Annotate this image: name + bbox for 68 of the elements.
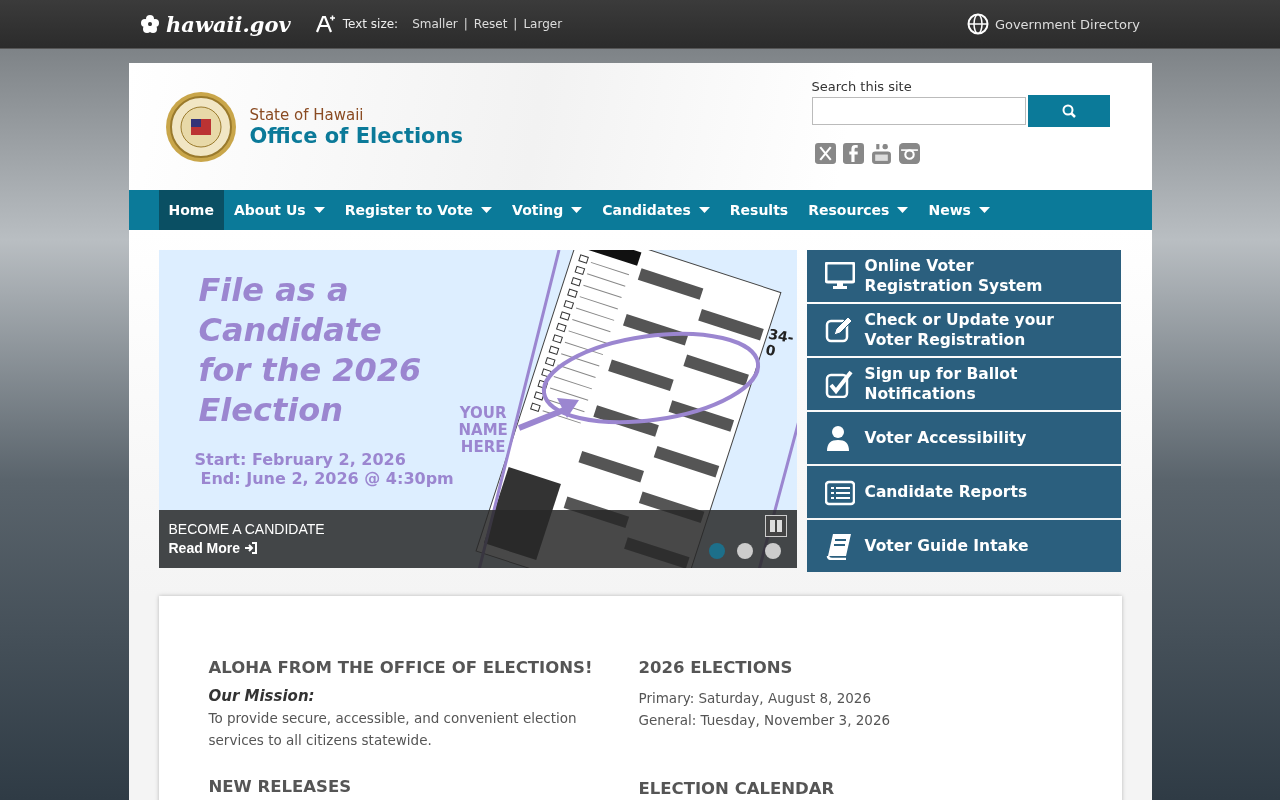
section-text: To provide secure, accessible, and convenient election services to all citizens statewide. <box>208 709 578 750</box>
slide-headline: for the 2026 <box>198 350 423 390</box>
search-icon <box>1061 104 1076 118</box>
quick-link[interactable]: Candidate Reports <box>806 466 1121 518</box>
sign-in-icon <box>244 542 258 554</box>
filing-end-date: End: June 2, 2026 @ 4:30pm <box>200 469 454 488</box>
flower-icon <box>140 14 160 34</box>
globe-icon <box>966 13 989 35</box>
site-title[interactable]: Office of Elections <box>249 123 463 148</box>
government-directory-link[interactable]: Government Directory <box>994 16 1140 32</box>
section-heading: ALOHA FROM THE OFFICE OF ELECTIONS! <box>208 658 594 677</box>
agency-name: State of Hawaii <box>249 105 365 124</box>
x-logo-icon[interactable] <box>814 143 836 164</box>
text-size-label: Text size: <box>342 17 399 31</box>
slide-headline: Candidate <box>198 310 383 350</box>
search-label: Search this site <box>811 79 913 94</box>
nav-tab[interactable]: Results <box>719 190 799 230</box>
text-size-link[interactable]: Smaller <box>412 17 458 31</box>
quick-link[interactable]: Check or Update your Voter Registration <box>806 304 1121 356</box>
caret-icon <box>313 207 325 213</box>
quick-link[interactable]: Voter Guide Intake <box>806 520 1121 572</box>
text-size-link[interactable]: Larger <box>523 17 563 31</box>
pause-icon <box>769 520 782 532</box>
list-icon <box>824 478 855 506</box>
section-heading: NEW RELEASES <box>208 777 353 796</box>
quick-link[interactable]: Online Voter Registration System <box>806 250 1121 302</box>
nav-tab[interactable]: News <box>918 190 1000 230</box>
caret-icon <box>978 207 990 213</box>
instagram-icon[interactable] <box>898 143 920 164</box>
nav-tab[interactable]: About Us <box>223 190 335 230</box>
callout-text: YOUR NAME HERE <box>458 405 508 456</box>
slide-dot[interactable] <box>708 543 725 559</box>
caret-icon <box>698 207 710 213</box>
search-button[interactable] <box>1027 95 1110 127</box>
nav-tab[interactable]: Home <box>158 190 224 230</box>
caret-icon <box>897 207 909 213</box>
nav-tab[interactable]: Register to Vote <box>334 190 503 230</box>
ballot-number: 34-0 <box>763 325 796 361</box>
search-field[interactable] <box>811 97 1026 125</box>
text-size-link[interactable]: Reset <box>473 17 508 31</box>
caret-icon <box>481 207 493 213</box>
section-text: General: Tuesday, November 3, 2026 <box>638 711 892 730</box>
mission-subheading: Our Mission: <box>208 687 316 705</box>
section-heading: 2026 ELECTIONS <box>638 658 794 677</box>
section-heading: ELECTION CALENDAR <box>638 779 836 798</box>
checkbox-icon <box>824 370 855 398</box>
link-separator: | <box>513 17 518 31</box>
monitor-icon <box>824 262 855 290</box>
slide-caption: BECOME A CANDIDATE <box>168 521 325 537</box>
text-size-icon <box>314 14 337 34</box>
slide-headline: Election <box>198 390 345 430</box>
section-text: Primary: Saturday, August 8, 2026 <box>638 689 872 708</box>
quick-link[interactable]: Voter Accessibility <box>806 412 1121 464</box>
state-seal-icon <box>164 90 237 163</box>
read-more-link[interactable]: Read More <box>168 540 258 556</box>
caret-icon <box>571 207 583 213</box>
slide-headline: File as a <box>198 270 350 310</box>
nav-tab[interactable]: Resources <box>798 190 919 230</box>
slide-dot[interactable] <box>764 543 781 559</box>
quick-link[interactable]: Sign up for Ballot Notifications <box>806 358 1121 410</box>
nav-tab[interactable]: Voting <box>502 190 593 230</box>
pause-button[interactable] <box>764 515 787 537</box>
link-separator: | <box>463 17 468 31</box>
slide-dot[interactable] <box>736 543 753 559</box>
nav-tab[interactable]: Candidates <box>592 190 720 230</box>
site-logo[interactable]: hawaii.gov <box>166 11 291 37</box>
facebook-icon[interactable] <box>842 143 864 164</box>
filing-start-date: Start: February 2, 2026 <box>194 450 407 469</box>
